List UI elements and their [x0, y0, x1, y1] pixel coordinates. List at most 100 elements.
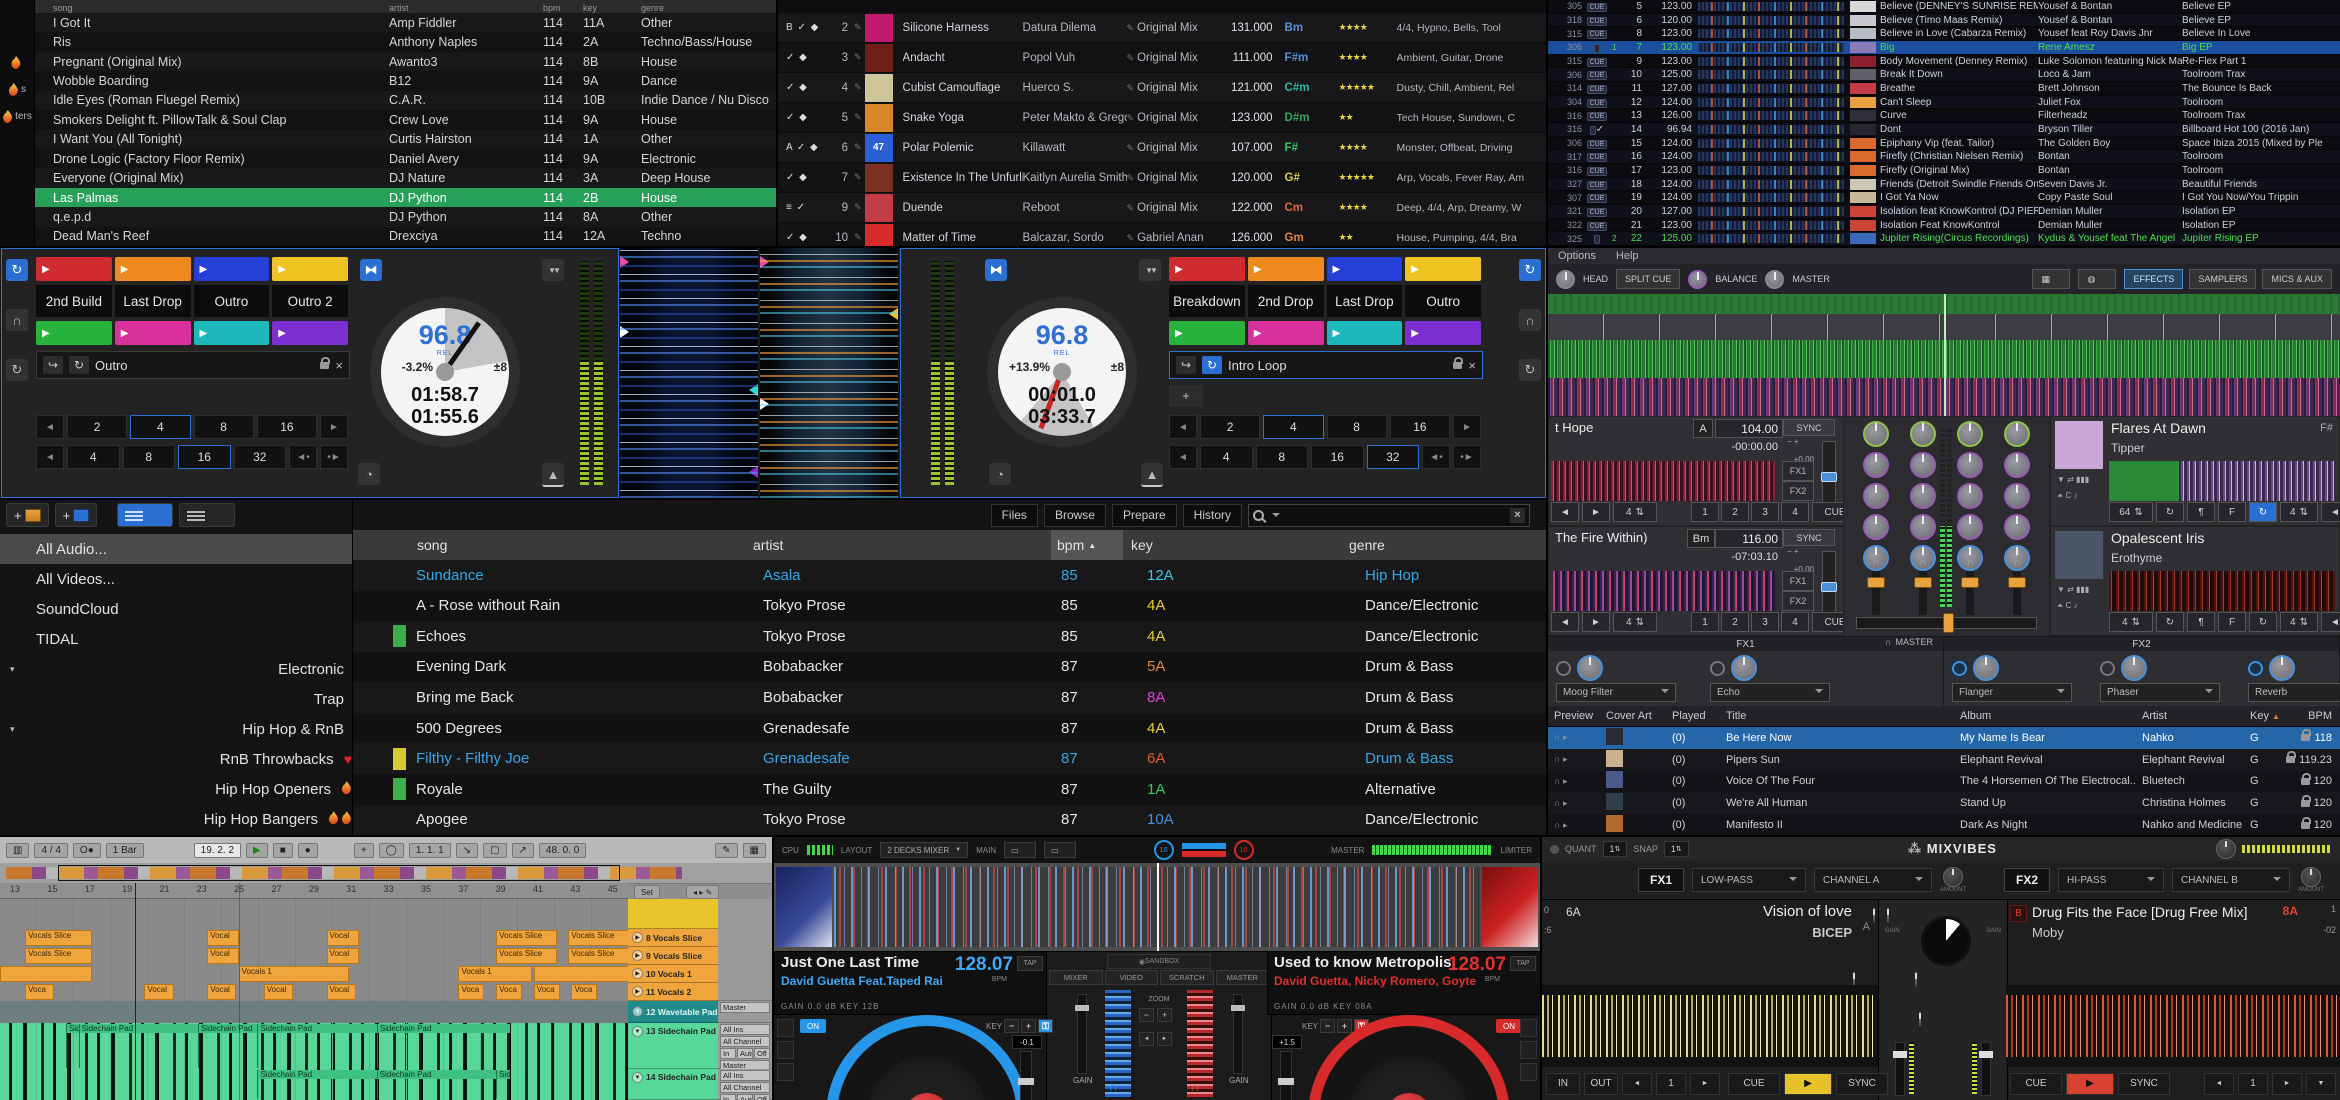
col-artist[interactable]: Artist [2142, 710, 2250, 722]
lock-icon[interactable] [1453, 362, 1462, 369]
monitor-icon[interactable]: ▭ [1004, 842, 1036, 858]
punch-in[interactable]: ↘ [456, 843, 478, 858]
split-cue-button[interactable]: SPLIT CUE [1616, 269, 1680, 289]
fx-pfl-icon[interactable] [1885, 637, 1892, 647]
beatjump-back-button[interactable]: ◄• [289, 445, 317, 469]
track-row[interactable]: A - Rose without Rain Tokyo Prose 85 4A … [353, 591, 1546, 622]
audio-clip[interactable]: Vocal [264, 984, 293, 1000]
col-song[interactable]: song [417, 537, 753, 553]
deck-waveform[interactable] [1551, 461, 1775, 501]
layout-select[interactable]: 2 DECKS MIXER [880, 842, 968, 858]
track-row[interactable]: 306 CUE 15 124.00 Epiphany Vip (feat. Ta… [1548, 137, 2340, 151]
midi-clip[interactable]: Sidechain Pad [377, 1024, 510, 1068]
crate-item[interactable]: Hip Hop Bangers [0, 805, 352, 835]
audio-clip[interactable]: Vocal [327, 984, 356, 1000]
cue-button[interactable]: CUE [1728, 1073, 1780, 1095]
slip-on-button[interactable]: ON [1496, 1019, 1522, 1033]
loop-menu-button[interactable] [2306, 1073, 2336, 1095]
track-row[interactable]: 321 CUE 20 127.00 Isolation feat KnowKon… [1548, 205, 2340, 219]
stripe-waveform[interactable] [1698, 70, 1844, 79]
cue-pad[interactable] [36, 321, 112, 345]
jump-smaller-button[interactable] [1169, 445, 1197, 469]
library-row[interactable]: ▸ (0) We're All Human Stand Up Christina… [1548, 792, 2340, 814]
audio-clip[interactable]: Voca [534, 984, 560, 1000]
key-plus-button[interactable]: + [1337, 1019, 1352, 1033]
bpm-display[interactable]: 128.07 [955, 954, 1013, 976]
loop-double-button[interactable] [2272, 1073, 2302, 1095]
eq-knob[interactable] [1910, 483, 1936, 509]
track-row[interactable]: Royale The Guilty 87 1A Alternative [353, 774, 1546, 805]
eq-knob[interactable] [1957, 452, 1983, 478]
menu-item[interactable]: Help [1616, 250, 1639, 262]
loop-size-box[interactable]: 4 [2109, 612, 2153, 632]
track-row[interactable]: Wobble Boarding B12 114 9A Dance [35, 71, 776, 90]
fx-power-icon[interactable] [2100, 661, 2115, 676]
loop-size-button[interactable]: 2 [1200, 415, 1260, 439]
panel-toggle-button[interactable]: MICS & AUX [2262, 269, 2332, 289]
audio-clip[interactable] [0, 966, 92, 982]
fx1-effect-select[interactable]: LOW-PASS [1692, 868, 1806, 892]
track-row[interactable]: 307 CUE 19 124.00 I Got Ya Now Copy Past… [1548, 191, 2340, 205]
track-row[interactable]: 304 CUE 12 124.00 Can't Sleep Juliet Fox… [1548, 96, 2340, 110]
eq-knob[interactable] [1910, 421, 1936, 447]
quant-value[interactable]: 1 [1603, 841, 1628, 857]
loop-mode-icon[interactable]: ↻ [6, 359, 28, 381]
cue-pad[interactable] [1169, 257, 1245, 281]
loop-jump-icon[interactable] [43, 356, 63, 374]
list-view-button[interactable] [117, 503, 173, 527]
waveform-deck-right[interactable] [760, 248, 898, 498]
audio-clip[interactable]: Vocal [327, 948, 359, 964]
col-bpm-sorted[interactable]: bpm [1051, 530, 1123, 560]
rating-cell[interactable]: ★★ [1329, 232, 1397, 243]
record-button[interactable]: ● [298, 843, 318, 858]
deck-waveform[interactable] [1551, 571, 1775, 611]
expand-icon[interactable] [10, 664, 20, 675]
prepare-view-button[interactable] [179, 503, 235, 527]
loop-bigger-button[interactable] [320, 415, 348, 439]
track-row[interactable]: Apogee Tokyo Prose 87 10A Dance/Electron… [353, 805, 1546, 836]
cue-pad[interactable] [1248, 321, 1324, 345]
eq-knob[interactable] [2004, 483, 2030, 509]
audio-clip[interactable]: Voca [458, 984, 484, 1000]
loop-length[interactable]: 48. 0. 0 [539, 843, 586, 858]
track-row[interactable]: Everyone (Original Mix) DJ Nature 114 3A… [35, 168, 776, 187]
preview-cell[interactable]: ▸ [1548, 776, 1606, 787]
track-header[interactable]: ▶8 Vocals Slice [628, 929, 718, 947]
track-row[interactable]: 325 2 22 125.00 Jupiter Rising(Circus Re… [1548, 232, 2340, 246]
waveform-a[interactable] [1542, 985, 1878, 1067]
pfl-b-icon[interactable] [1191, 1080, 1200, 1094]
stripe-waveform[interactable] [1698, 207, 1844, 216]
pitch-slider-a[interactable] [1020, 1051, 1032, 1100]
search-options-caret[interactable] [1268, 508, 1280, 522]
expand-icon[interactable] [10, 724, 20, 735]
quantize-button[interactable]: ¶ [2187, 612, 2215, 632]
track-row[interactable]: 327 CUE 18 124.00 Friends (Detroit Swind… [1548, 178, 2340, 192]
loop-size-button[interactable]: 4 [1263, 415, 1323, 439]
pfl-icon[interactable] [1872, 557, 1879, 568]
search-box[interactable]: × [1248, 504, 1530, 527]
crate-fragment[interactable]: ters [2, 110, 32, 123]
loop-switch[interactable]: ▢ [483, 843, 506, 858]
pitch-nudge[interactable]: − + [1787, 547, 1799, 556]
play-button[interactable] [2066, 1073, 2114, 1095]
sync-button[interactable]: SYNC [1783, 529, 1835, 546]
track-row[interactable]: 316 CUE 13 126.00 Curve Filterheadz Tool… [1548, 109, 2340, 123]
crate-item[interactable]: SoundCloud [0, 594, 352, 624]
fx-selector[interactable]: Echo [1710, 683, 1830, 702]
audio-clip[interactable]: Vocals 1 [239, 966, 350, 982]
pfl-icon[interactable] [1919, 557, 1926, 568]
bpm-lock-icon[interactable] [2301, 822, 2310, 829]
fx2-assign-button[interactable]: FX2 [1782, 481, 1814, 501]
search-input[interactable] [1284, 507, 1506, 523]
track-row[interactable]: A ✓ ◆ 6 ✎ 47 Polar Polemic Killawatt ✎Or… [778, 133, 1546, 163]
library-tab[interactable]: History [1183, 504, 1242, 527]
sync-button[interactable]: SYNC [1836, 1073, 1888, 1095]
loop-size-button[interactable]: 16 [257, 415, 317, 439]
flag-button[interactable]: F [2218, 612, 2246, 632]
track-row[interactable]: Filthy - Filthy Joe Grenadesafe 87 6A Dr… [353, 743, 1546, 774]
fx-selector[interactable]: Phaser [2100, 683, 2220, 702]
keylock-button[interactable]: ⚿ [1038, 1019, 1053, 1033]
bpm-lock-icon[interactable] [2301, 800, 2310, 807]
track-row[interactable]: ✓ ◆ 7 ✎ Existence In The Unfurling Kaitl… [778, 163, 1546, 193]
fx-power-icon[interactable] [1952, 661, 1967, 676]
